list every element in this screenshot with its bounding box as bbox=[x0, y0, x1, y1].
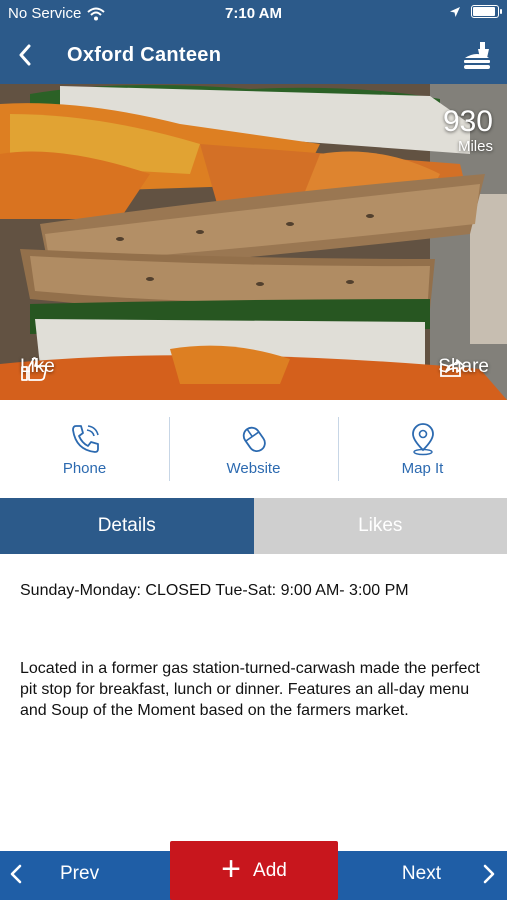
page-title: Oxford Canteen bbox=[67, 44, 222, 66]
nav-bar: Oxford Canteen bbox=[0, 28, 507, 84]
tab-bar: Details Likes bbox=[0, 498, 507, 554]
sandwich-illustration bbox=[0, 84, 507, 400]
food-beverage-icon[interactable] bbox=[461, 40, 493, 72]
map-it-button[interactable]: Map It bbox=[338, 400, 507, 498]
phone-button[interactable]: Phone bbox=[0, 400, 169, 498]
prev-label: Prev bbox=[60, 863, 100, 884]
distance-value: 930 bbox=[442, 105, 493, 138]
share-button[interactable]: Share bbox=[438, 356, 489, 378]
back-button[interactable] bbox=[10, 40, 40, 70]
hours-text: Sunday-Monday: CLOSED Tue-Sat: 9:00 AM- … bbox=[20, 582, 409, 599]
like-button[interactable]: Like bbox=[20, 356, 55, 381]
status-right bbox=[449, 5, 502, 18]
description-text: Located in a former gas station-turned-c… bbox=[20, 660, 480, 719]
thumbs-up-icon bbox=[21, 357, 48, 381]
header: No Service 7:10 AM Oxford Canteen bbox=[0, 0, 507, 84]
share-icon bbox=[440, 359, 466, 377]
location-arrow-icon bbox=[450, 6, 460, 17]
map-it-label: Map It bbox=[401, 459, 444, 477]
add-label: Add bbox=[253, 859, 287, 881]
next-label: Next bbox=[401, 863, 441, 884]
distance-unit: Miles bbox=[457, 138, 493, 155]
map-pin-icon bbox=[411, 422, 434, 455]
chevron-left-icon bbox=[19, 44, 31, 66]
distance-badge: 930 Miles bbox=[442, 105, 493, 156]
action-row: Phone Website Map It bbox=[0, 400, 507, 498]
status-time: 7:10 AM bbox=[225, 5, 282, 22]
website-label: Website bbox=[226, 459, 281, 477]
tab-likes[interactable]: Likes bbox=[253, 498, 507, 554]
status-bar: No Service 7:10 AM bbox=[0, 0, 507, 28]
chevron-left-icon bbox=[10, 864, 22, 884]
plus-icon: + bbox=[221, 849, 242, 888]
hero-image: 930 Miles Like Share bbox=[0, 84, 507, 400]
chevron-right-icon bbox=[483, 864, 495, 884]
phone-icon bbox=[71, 424, 99, 453]
website-button[interactable]: Website bbox=[169, 400, 338, 498]
phone-label: Phone bbox=[62, 459, 107, 477]
add-button[interactable]: + Add bbox=[170, 841, 338, 900]
battery-icon bbox=[471, 5, 502, 18]
tab-details[interactable]: Details bbox=[0, 498, 254, 554]
prev-button[interactable]: Prev bbox=[10, 863, 99, 885]
details-content: Sunday-Monday: CLOSED Tue-Sat: 9:00 AM- … bbox=[20, 554, 487, 721]
mouse-icon bbox=[242, 426, 266, 452]
next-button[interactable]: Next bbox=[402, 863, 495, 885]
